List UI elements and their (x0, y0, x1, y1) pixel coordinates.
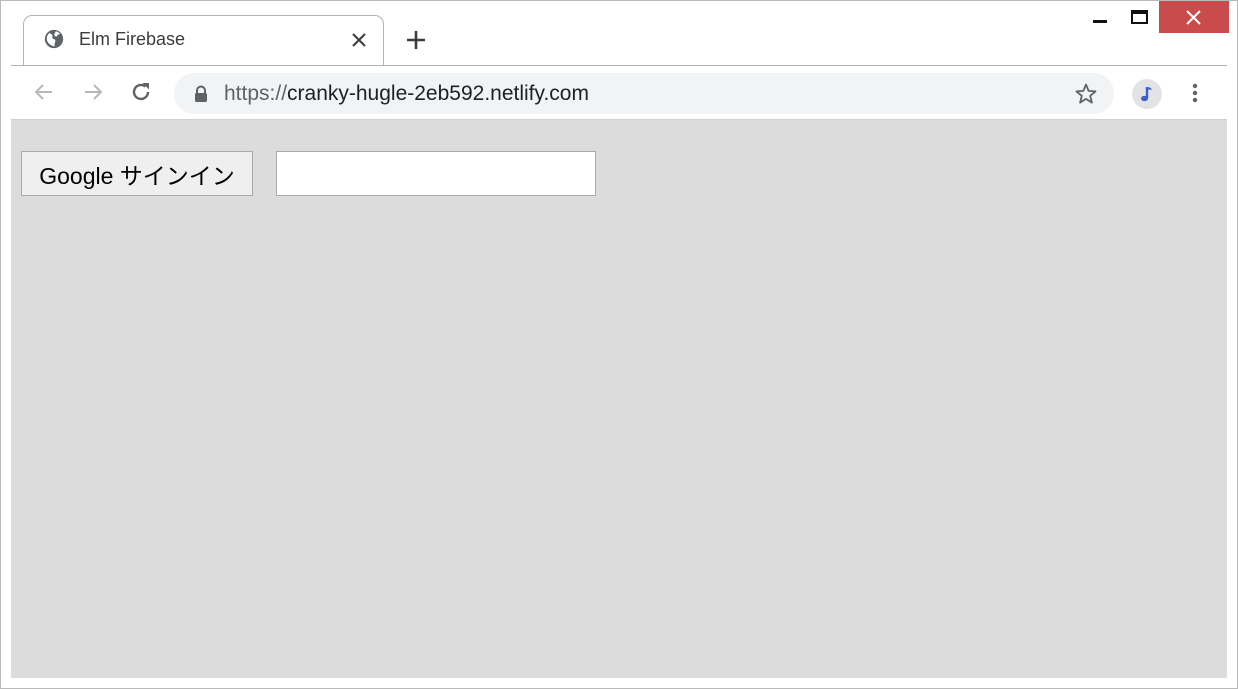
url-host: cranky-hugle-2eb592.netlify.com (287, 82, 589, 105)
profile-avatar-icon[interactable] (1132, 79, 1162, 109)
reload-icon[interactable] (128, 79, 154, 105)
forward-arrow-icon[interactable] (80, 79, 106, 105)
back-arrow-icon[interactable] (31, 79, 57, 105)
minimize-icon[interactable] (1083, 1, 1119, 33)
kebab-menu-icon[interactable] (1183, 80, 1207, 106)
window-close-button[interactable] (1159, 1, 1229, 33)
music-note-icon (1141, 87, 1152, 102)
globe-icon (44, 29, 64, 49)
tab-title: Elm Firebase (79, 29, 186, 49)
star-icon[interactable] (1074, 82, 1098, 106)
tab-elm-firebase[interactable]: Elm Firebase (23, 15, 384, 66)
text-input[interactable] (276, 151, 596, 196)
browser-window: Elm Firebase https://cranky-hugle-2eb592… (0, 0, 1238, 689)
google-signin-button[interactable]: Google サインイン (21, 151, 253, 196)
lock-icon (195, 85, 207, 102)
close-icon (1186, 10, 1201, 25)
maximize-icon[interactable] (1121, 1, 1157, 33)
tab-strip: Elm Firebase (1, 1, 1237, 66)
address-bar[interactable]: https://cranky-hugle-2eb592.netlify.com (174, 73, 1114, 114)
url-scheme: https:// (224, 82, 288, 105)
page-content: Google サインイン (11, 120, 1227, 678)
url-text[interactable]: https://cranky-hugle-2eb592.netlify.com (224, 82, 589, 106)
tab-close-icon[interactable] (349, 30, 369, 50)
browser-toolbar: https://cranky-hugle-2eb592.netlify.com (11, 65, 1227, 120)
new-tab-plus-icon[interactable] (404, 28, 428, 52)
